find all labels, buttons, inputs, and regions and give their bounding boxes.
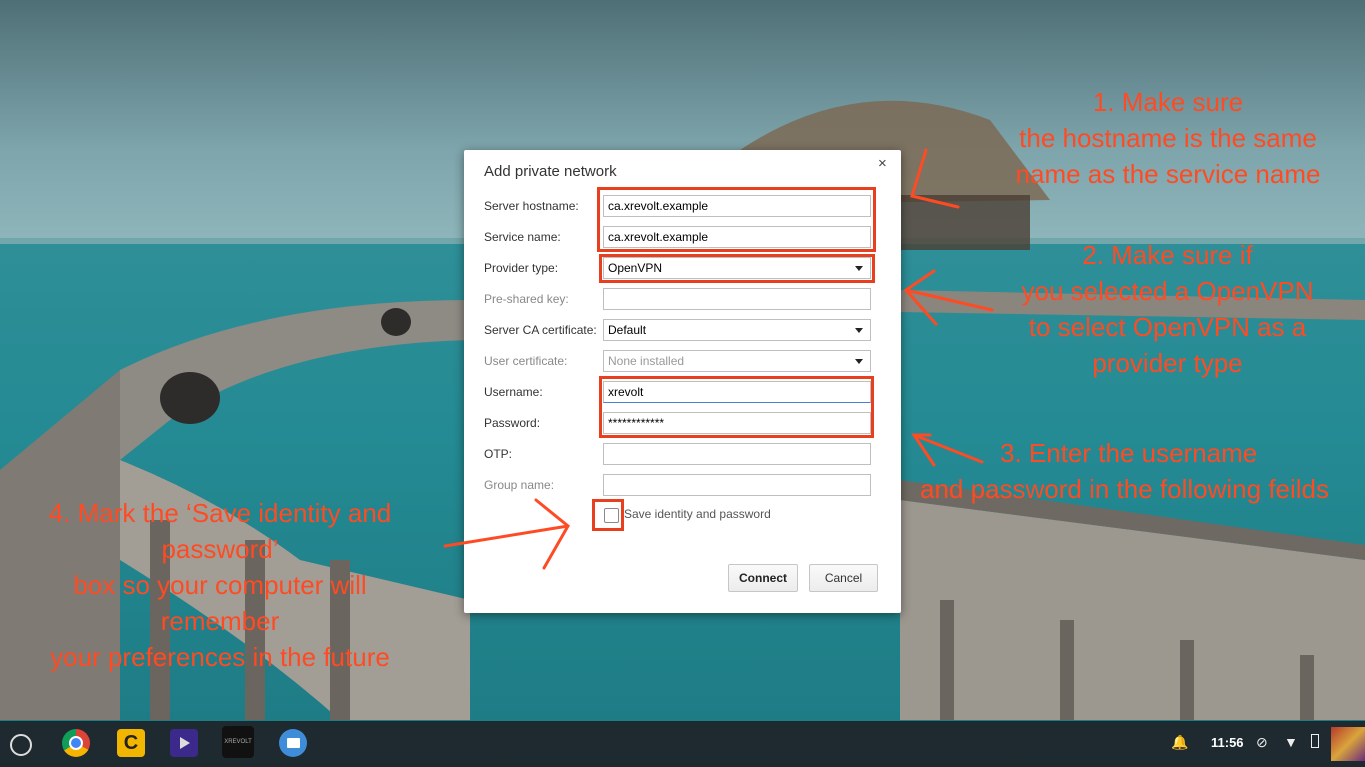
annotation-note-4: 4. Mark the ‘Save identity and password’… [48,498,392,672]
chrome-icon[interactable] [62,729,90,757]
c-app-icon[interactable]: C [117,729,145,757]
arrow-1-icon [910,148,960,209]
vpn-icon[interactable]: ▼ [1284,734,1298,750]
video-app-icon[interactable] [170,729,198,757]
annotation-note-1: 1. Make sure the hostname is the same na… [1015,87,1321,189]
xrevolt-app-icon[interactable]: XREVOLT [222,726,254,758]
launcher-icon[interactable] [10,734,32,756]
battery-icon[interactable] [1311,734,1319,748]
clock[interactable]: 11:56 [1211,735,1244,750]
annotation-note-3: 3. Enter the username and password in th… [920,438,1330,504]
annotation-note-2: 2. Make sure if you selected a OpenVPN t… [1021,240,1314,378]
no-network-icon[interactable]: ⊘ [1256,734,1268,751]
files-icon[interactable] [279,729,307,757]
shelf: C XREVOLT 🔔 11:56 ⊘ ▼ [0,721,1365,767]
avatar[interactable] [1331,727,1365,761]
notification-icon[interactable]: 🔔 [1171,734,1188,751]
arrow-2-icon [903,269,994,326]
arrow-4-icon [443,498,570,570]
